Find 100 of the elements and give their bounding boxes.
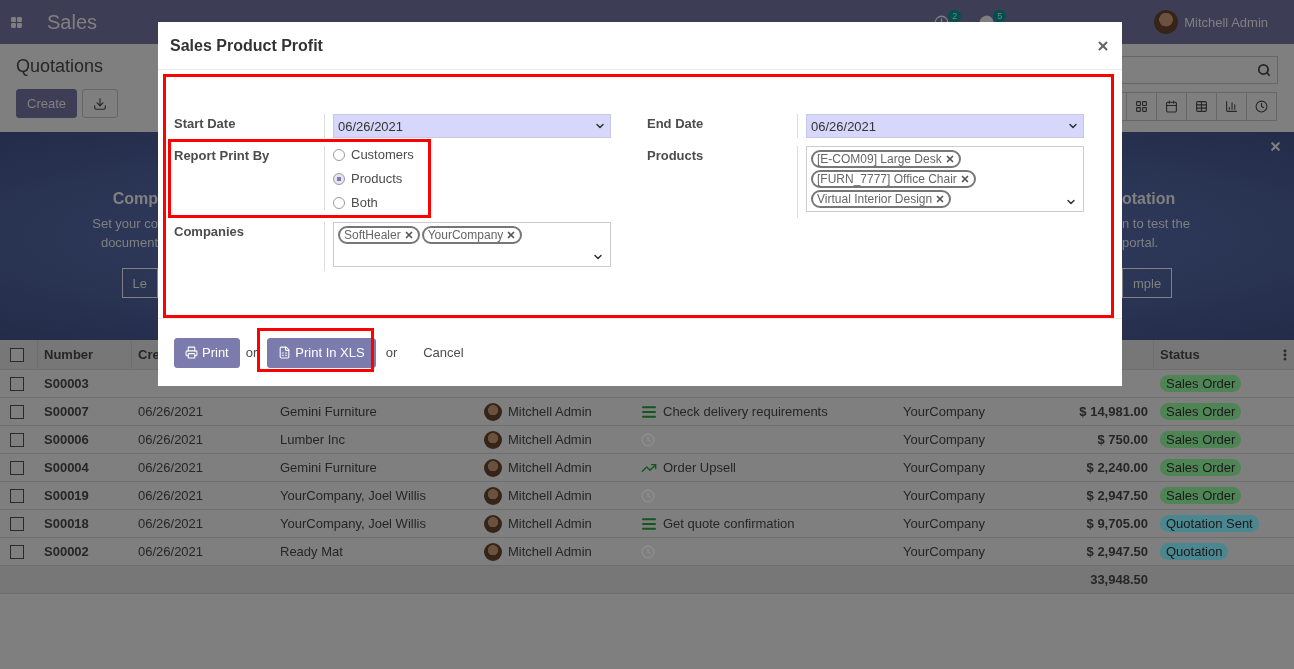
status-tag: Sales Order [1160,403,1242,420]
spreadsheet-icon [278,346,292,359]
table-cell: Mitchell Admin [508,432,592,447]
page-title: Quotations [16,56,105,77]
checkbox[interactable] [10,544,24,559]
avatar [484,542,502,561]
radio-button[interactable] [333,196,345,209]
avatar [484,430,502,449]
table-cell-text: 06/26/2021 [137,544,205,559]
avatar [484,458,502,477]
companies-field[interactable]: SoftHealer YourCompany [333,222,611,267]
grid-icon [1135,100,1148,113]
checkbox[interactable] [10,460,24,475]
table-cell: Mitchell Admin [508,544,592,559]
banner-title: Comp [112,190,158,208]
kanban-view-button[interactable] [1126,92,1157,121]
remove-icon[interactable] [506,230,517,240]
table-cell-text: $ 2,240.00 [1085,460,1149,475]
list-icon[interactable] [641,515,657,532]
tag-label: YourCompany [427,228,504,242]
table-cell-text: YourCompany [902,544,986,559]
checkbox[interactable] [10,347,24,362]
table-cell-text: YourCompany [902,516,986,531]
print-button[interactable]: Print [174,337,240,368]
table-cell-text: 06/26/2021 [137,432,205,447]
pivot-view-button[interactable] [1186,92,1217,121]
remove-icon[interactable] [944,154,955,164]
table-cell-text: $ 750.00 [1096,432,1149,447]
radio-label[interactable]: Customers [351,147,414,162]
checkbox[interactable] [10,432,24,447]
table-cell-text: Gemini Furniture [279,404,378,419]
table-cell-text: 06/26/2021 [137,404,205,419]
table-cell-text: $ 9,705.00 [1085,516,1149,531]
cancel-link[interactable]: Cancel [423,345,464,360]
status-tag: Sales Order [1160,487,1242,504]
clock-icon [1255,100,1268,113]
field-label: Start Date [174,115,237,133]
radio-label[interactable]: Products [351,171,403,186]
or-text: or [245,345,258,360]
apps-menu-icon[interactable] [10,15,23,29]
table-cell-text: YourCompany, Joel Willis [279,516,427,531]
dialog-title: Sales Product Profit [170,36,323,55]
products-field[interactable]: [E-COM09] Large Desk [FURN_7777] Office Chair Virtual Interior Design [806,146,1084,212]
status-tag: Sales Order [1160,459,1242,476]
search-icon[interactable] [1257,63,1271,77]
table-cell-text: S00007 [43,404,90,419]
table-cell: Get quote confirmation [663,516,795,531]
activity-view-button[interactable] [1246,92,1277,121]
remove-icon[interactable] [403,230,414,240]
list-icon[interactable] [641,403,657,420]
table-cell-text: S00002 [43,544,90,559]
checkbox[interactable] [10,488,24,503]
field-label: Report Print By [174,147,271,165]
remove-icon[interactable] [935,194,946,204]
table-cell-text: Lumber Inc [279,432,347,447]
status-tag: Quotation [1160,543,1229,560]
remove-icon[interactable] [959,174,970,184]
tag-label: SoftHealer [344,228,401,242]
tag-label: [FURN_7777] Office Chair [817,172,957,186]
table-cell-text: 06/26/2021 [137,460,205,475]
table-cell: Mitchell Admin [508,488,592,503]
checkbox[interactable] [10,376,24,391]
table-cell-text: S00018 [43,516,90,531]
close-icon[interactable] [1269,140,1282,153]
printer-icon [185,346,198,359]
table-cell: Mitchell Admin [508,516,592,531]
radio-label[interactable]: Both [351,195,378,210]
table-cell-text: 06/26/2021 [137,516,205,531]
radio-button[interactable] [333,148,345,161]
total-sum: 33,948.50 [1089,572,1149,587]
table-cell-text: S00019 [43,488,90,503]
column-header[interactable]: Number [38,340,132,369]
close-icon[interactable] [1096,38,1110,53]
avatar [484,402,502,421]
graph-view-button[interactable] [1216,92,1247,121]
column-header[interactable]: Status [1160,347,1200,362]
print-xls-button[interactable]: Print In XLS [267,337,376,368]
banner-text: portal. [1122,235,1159,250]
calendar-icon [1165,100,1178,113]
date-field[interactable]: 06/26/2021 [333,114,611,138]
activity-count: 2 [948,9,962,22]
table-cell: Check delivery requirements [663,404,828,419]
table-cell: Mitchell Admin [508,404,592,419]
or-text: or [385,345,398,360]
table-cell-text: S00003 [43,376,90,391]
checkbox[interactable] [10,404,24,419]
app-name: Sales [47,10,98,34]
tag-label: [E-COM09] Large Desk [817,152,942,166]
table-cell-text: YourCompany [902,432,986,447]
radio-button[interactable] [333,172,345,185]
table-cell-text: $ 2,947.50 [1085,544,1149,559]
table-cell-text: 06/26/2021 [137,488,205,503]
tag-label: Virtual Interior Design [817,192,933,206]
avatar [484,514,502,533]
field-label: End Date [647,115,705,133]
download-button[interactable] [82,89,119,118]
date-field[interactable]: 06/26/2021 [806,114,1084,138]
checkbox[interactable] [10,516,24,531]
calendar-view-button[interactable] [1156,92,1187,121]
user-avatar[interactable] [1154,10,1179,34]
